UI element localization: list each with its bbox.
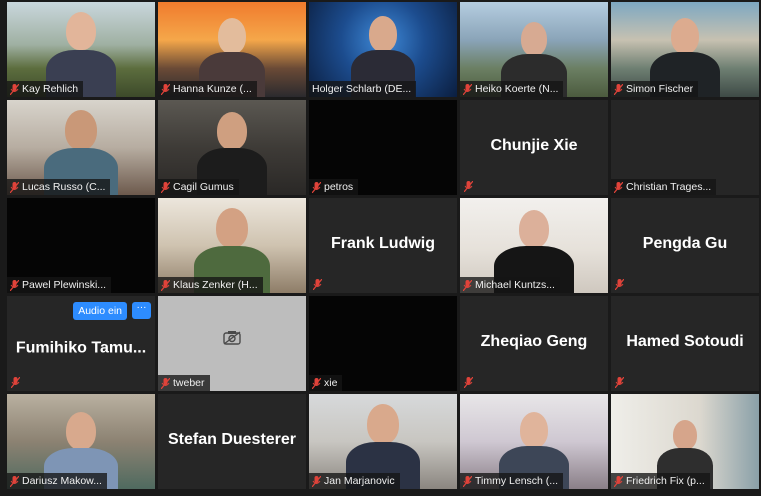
muted-mic-icon <box>614 475 623 487</box>
muted-mic-icon <box>161 181 170 193</box>
active-speaker-tile[interactable]: Holger Schlarb (DE... <box>309 2 457 97</box>
video-tile[interactable]: Kay Rehlich <box>7 2 155 97</box>
participant-name: Hanna Kunze (... <box>158 81 257 97</box>
participant-tile[interactable]: xie <box>309 296 457 391</box>
participant-display-name: Stefan Duesterer <box>167 430 297 448</box>
muted-mic-icon <box>161 377 170 389</box>
muted-mic-icon <box>463 83 472 95</box>
participant-name: Jan Marjanovic <box>309 473 400 489</box>
muted-mic-icon <box>10 181 19 193</box>
participant-display-name: Fumihiko Tamu... <box>15 339 147 356</box>
participant-name: Dariusz Makow... <box>7 473 107 489</box>
participant-tile[interactable]: Pengda Gu <box>611 198 759 293</box>
participant-tile[interactable]: Stefan Duesterer <box>158 394 306 489</box>
participant-tile[interactable]: Christian Trages... <box>611 100 759 195</box>
participant-display-name: Frank Ludwig <box>331 234 435 252</box>
muted-mic-icon <box>463 475 472 487</box>
participant-tile[interactable]: Frank Ludwig <box>309 198 457 293</box>
participant-name: petros <box>309 179 359 195</box>
participant-name: Pawel Plewinski... <box>7 277 112 293</box>
muted-mic-icon <box>10 83 19 95</box>
participant-name: Holger Schlarb (DE... <box>309 81 417 97</box>
muted-mic-icon <box>614 83 623 95</box>
video-tile[interactable]: Heiko Koerte (N... <box>460 2 608 97</box>
participant-name: Timmy Lensch (... <box>460 473 564 489</box>
muted-mic-icon <box>463 279 472 291</box>
muted-mic-icon <box>10 279 19 291</box>
participant-tile[interactable]: Hamed Sotoudi <box>611 296 759 391</box>
muted-mic-icon <box>464 181 473 192</box>
participant-name: Christian Trages... <box>611 179 717 195</box>
muted-mic-icon <box>312 475 321 487</box>
video-tile[interactable]: Timmy Lensch (... <box>460 394 608 489</box>
muted-mic-icon <box>614 181 623 193</box>
muted-mic-icon <box>161 83 170 95</box>
muted-mic-icon <box>312 377 321 389</box>
participant-name: Klaus Zenker (H... <box>158 277 263 293</box>
more-options-button[interactable]: ··· <box>132 302 151 319</box>
participant-name: Lucas Russo (C... <box>7 179 111 195</box>
participant-display-name: Hamed Sotoudi <box>626 332 744 350</box>
participant-name: Cagil Gumus <box>158 179 239 195</box>
participant-name: Heiko Koerte (N... <box>460 81 564 97</box>
muted-mic-icon <box>10 475 19 487</box>
video-tile[interactable]: Jan Marjanovic <box>309 394 457 489</box>
participant-name: xie <box>309 375 343 391</box>
participant-name: tweber <box>158 375 210 391</box>
muted-mic-icon <box>161 279 170 291</box>
muted-mic-icon <box>312 181 321 193</box>
video-tile[interactable]: Simon Fischer <box>611 2 759 97</box>
participant-display-name: Zheqiao Geng <box>480 332 588 350</box>
participant-tile[interactable]: tweber <box>158 296 306 391</box>
participant-tile[interactable]: petros <box>309 100 457 195</box>
video-tile[interactable]: Friedrich Fix (p... <box>611 394 759 489</box>
participant-tile[interactable]: Audio ein ··· Fumihiko Tamu... <box>7 296 155 391</box>
gallery-grid: Kay Rehlich Hanna Kunze (... Holger Schl… <box>7 2 759 494</box>
participant-name: Michael Kuntzs... <box>460 277 560 293</box>
video-tile[interactable]: Michael Kuntzs... <box>460 198 608 293</box>
muted-mic-icon <box>615 377 624 388</box>
participant-tile[interactable]: Pawel Plewinski... <box>7 198 155 293</box>
participant-display-name: Pengda Gu <box>642 234 728 252</box>
video-tile[interactable]: Cagil Gumus <box>158 100 306 195</box>
video-tile[interactable]: Hanna Kunze (... <box>158 2 306 97</box>
audio-on-button[interactable]: Audio ein <box>73 302 127 320</box>
muted-mic-icon <box>615 279 624 290</box>
video-tile[interactable]: Dariusz Makow... <box>7 394 155 489</box>
participant-name: Simon Fischer <box>611 81 699 97</box>
muted-mic-icon <box>11 377 20 388</box>
participant-tile[interactable]: Zheqiao Geng <box>460 296 608 391</box>
participant-display-name: Chunjie Xie <box>490 136 578 154</box>
video-tile[interactable]: Lucas Russo (C... <box>7 100 155 195</box>
muted-mic-icon <box>313 279 322 290</box>
video-tile[interactable]: Klaus Zenker (H... <box>158 198 306 293</box>
participant-name: Kay Rehlich <box>7 81 84 97</box>
camera-off-icon <box>223 330 241 345</box>
participant-tile[interactable]: Chunjie Xie <box>460 100 608 195</box>
participant-name: Friedrich Fix (p... <box>611 473 710 489</box>
muted-mic-icon <box>464 377 473 388</box>
